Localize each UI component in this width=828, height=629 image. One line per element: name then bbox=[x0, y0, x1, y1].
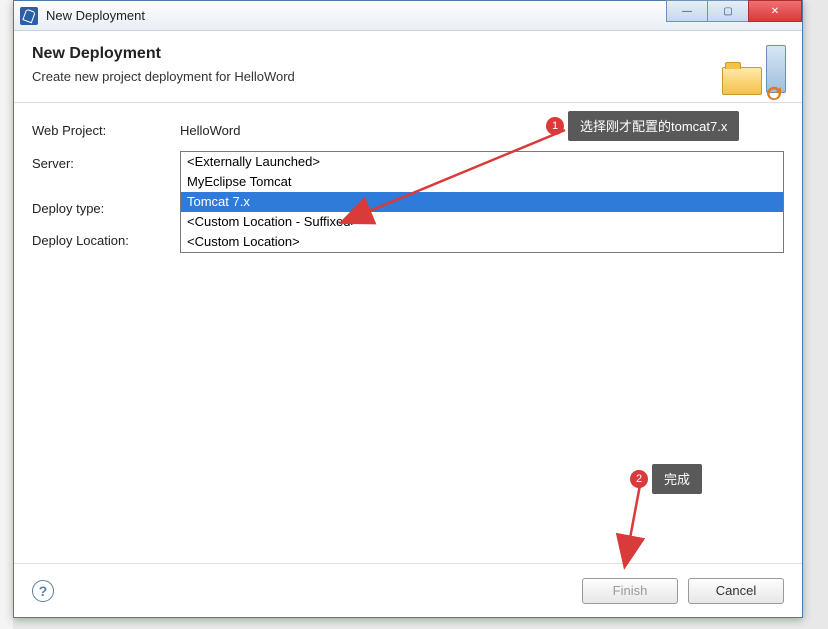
deployment-icon bbox=[722, 45, 786, 101]
web-project-value: HelloWord bbox=[180, 123, 240, 138]
app-icon bbox=[20, 7, 38, 25]
annotation-callout-2: 2 完成 bbox=[652, 464, 702, 494]
button-bar: ? Finish Cancel bbox=[14, 563, 802, 617]
minimize-button[interactable]: — bbox=[666, 0, 708, 22]
finish-button[interactable]: Finish bbox=[582, 578, 678, 604]
close-button[interactable]: ✕ bbox=[748, 0, 802, 22]
server-dropdown-list[interactable]: <Externally Launched>MyEclipse TomcatTom… bbox=[180, 151, 784, 253]
row-deploy-location: Deploy Location: bbox=[32, 229, 180, 251]
annotation-text-1: 选择刚才配置的tomcat7.x bbox=[580, 116, 727, 135]
folder-icon bbox=[722, 67, 762, 95]
server-option[interactable]: <Custom Location - Suffixed> bbox=[181, 212, 783, 232]
server-option[interactable]: MyEclipse Tomcat bbox=[181, 172, 783, 192]
row-deploy-type: Deploy type: bbox=[32, 197, 180, 219]
deploy-location-label: Deploy Location: bbox=[32, 233, 180, 248]
server-option[interactable]: Tomcat 7.x bbox=[181, 192, 783, 212]
titlebar[interactable]: New Deployment — ▢ ✕ bbox=[14, 1, 802, 31]
annotation-callout-1: 1 选择刚才配置的tomcat7.x bbox=[568, 111, 739, 141]
help-button[interactable]: ? bbox=[32, 580, 54, 602]
annotation-badge-2: 2 bbox=[630, 470, 648, 488]
web-project-label: Web Project: bbox=[32, 123, 180, 138]
maximize-button[interactable]: ▢ bbox=[707, 0, 749, 22]
background-editor-strip bbox=[0, 0, 13, 629]
annotation-text-2: 完成 bbox=[664, 469, 690, 488]
dialog-window: New Deployment — ▢ ✕ New Deployment Crea… bbox=[13, 0, 803, 618]
server-option[interactable]: <Externally Launched> bbox=[181, 152, 783, 172]
window-controls: — ▢ ✕ bbox=[667, 0, 802, 22]
annotation-badge-1: 1 bbox=[546, 117, 564, 135]
cancel-button[interactable]: Cancel bbox=[688, 578, 784, 604]
header-panel: New Deployment Create new project deploy… bbox=[14, 31, 802, 103]
page-subtitle: Create new project deployment for HelloW… bbox=[32, 69, 784, 84]
server-option[interactable]: <Custom Location> bbox=[181, 232, 783, 252]
deploy-type-label: Deploy type: bbox=[32, 201, 180, 216]
window-title: New Deployment bbox=[46, 8, 145, 23]
server-label: Server: bbox=[32, 156, 180, 171]
refresh-arrow-icon bbox=[764, 83, 784, 103]
page-title: New Deployment bbox=[32, 45, 784, 63]
